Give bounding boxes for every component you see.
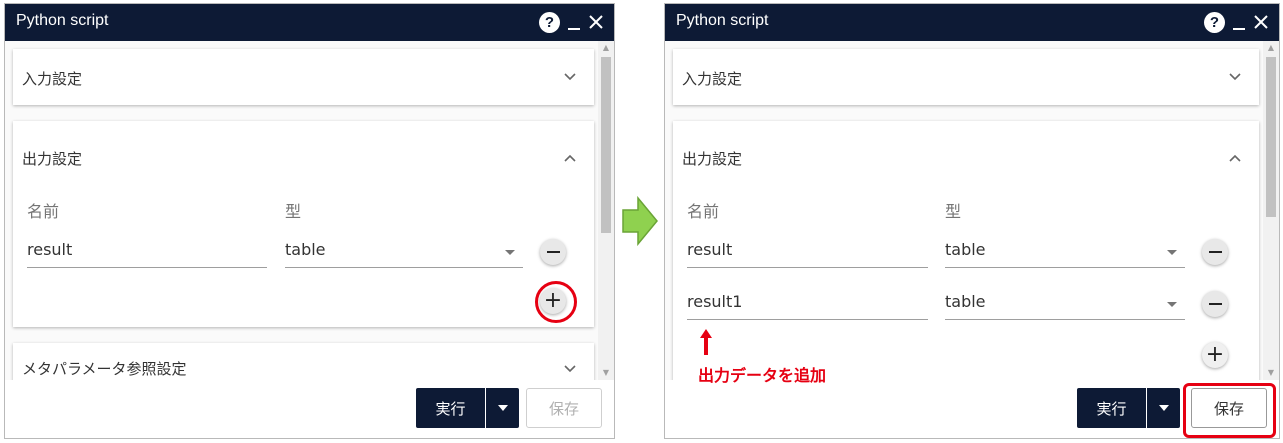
run-options-button[interactable] bbox=[485, 388, 519, 428]
output-type-select[interactable]: table bbox=[945, 288, 1185, 320]
section-title: 出力設定 bbox=[682, 150, 743, 168]
select-value: table bbox=[945, 240, 986, 259]
run-options-button[interactable] bbox=[1146, 388, 1180, 428]
right-arrow-icon bbox=[622, 196, 658, 246]
help-button[interactable]: ? bbox=[539, 10, 560, 34]
dropdown-arrow-icon bbox=[505, 250, 515, 255]
minus-icon bbox=[1208, 251, 1222, 253]
help-icon: ? bbox=[539, 11, 560, 33]
close-button[interactable] bbox=[586, 10, 606, 34]
section-title: 入力設定 bbox=[682, 70, 743, 88]
remove-row-button[interactable] bbox=[1202, 239, 1228, 265]
add-row-button[interactable]: + bbox=[1202, 342, 1228, 368]
close-icon bbox=[589, 15, 603, 29]
name-column-label: 名前 bbox=[687, 202, 720, 221]
type-column-label: 型 bbox=[285, 202, 302, 221]
minimize-button[interactable] bbox=[568, 10, 580, 34]
dialog-content: 入力設定 出力設定 名前 型 result table result1 tabl… bbox=[665, 41, 1263, 380]
output-type-select[interactable]: table bbox=[945, 236, 1185, 268]
select-value: table bbox=[285, 240, 326, 259]
minus-icon bbox=[546, 251, 560, 253]
input-settings-section[interactable]: 入力設定 bbox=[13, 49, 594, 105]
up-arrow-icon bbox=[700, 329, 712, 355]
run-button[interactable]: 実行 bbox=[1077, 388, 1146, 428]
scroll-down-arrow-icon[interactable]: ▼ bbox=[1263, 366, 1279, 380]
minimize-icon bbox=[1233, 28, 1245, 30]
dropdown-arrow-icon bbox=[1159, 405, 1169, 411]
section-title: メタパラメータ参照設定 bbox=[22, 360, 187, 378]
highlight-rectangle bbox=[1183, 383, 1276, 438]
close-icon bbox=[1254, 15, 1268, 29]
scroll-down-arrow-icon[interactable]: ▼ bbox=[598, 366, 614, 380]
output-name-input[interactable]: result bbox=[687, 236, 928, 268]
section-title: 出力設定 bbox=[22, 150, 83, 168]
chevron-down-icon[interactable] bbox=[1227, 69, 1243, 85]
dialog-before: Python script ? 入力設定 出力設定 名前 型 result ta… bbox=[4, 3, 615, 439]
highlight-circle bbox=[535, 281, 577, 323]
remove-row-button[interactable] bbox=[1202, 291, 1228, 317]
titlebar: Python script ? bbox=[665, 4, 1279, 41]
output-type-select[interactable]: table bbox=[285, 236, 523, 268]
annotation-text: 出力データを追加 bbox=[698, 366, 827, 385]
help-button[interactable]: ? bbox=[1204, 10, 1225, 34]
help-icon: ? bbox=[1204, 11, 1225, 33]
chevron-up-icon[interactable] bbox=[1227, 150, 1243, 166]
close-button[interactable] bbox=[1251, 10, 1271, 34]
scroll-up-arrow-icon[interactable]: ▲ bbox=[1263, 41, 1279, 55]
output-settings-section: 出力設定 名前 型 result table result1 table + bbox=[673, 121, 1259, 380]
window-title: Python script bbox=[676, 12, 769, 29]
chevron-up-icon[interactable] bbox=[562, 150, 578, 166]
titlebar: Python script ? bbox=[5, 4, 614, 41]
chevron-down-icon[interactable] bbox=[562, 361, 578, 377]
meta-parameter-section[interactable]: メタパラメータ参照設定 bbox=[13, 343, 594, 380]
dialog-content: 入力設定 出力設定 名前 型 result table + メタパラメータ参照設… bbox=[5, 41, 598, 380]
select-value: table bbox=[945, 292, 986, 311]
input-settings-section[interactable]: 入力設定 bbox=[673, 49, 1259, 105]
output-name-input[interactable]: result bbox=[27, 236, 267, 268]
type-column-label: 型 bbox=[945, 202, 962, 221]
minus-icon bbox=[1208, 303, 1222, 305]
scrollbar[interactable]: ▲ ▼ bbox=[1263, 41, 1279, 380]
minimize-button[interactable] bbox=[1233, 10, 1245, 34]
dropdown-arrow-icon bbox=[498, 405, 508, 411]
output-name-input[interactable]: result1 bbox=[687, 288, 928, 320]
minimize-icon bbox=[568, 28, 580, 30]
scrollbar-thumb[interactable] bbox=[1266, 57, 1276, 217]
scrollbar[interactable]: ▲ ▼ bbox=[598, 41, 614, 380]
output-settings-section: 出力設定 名前 型 result table + bbox=[13, 121, 594, 327]
chevron-down-icon[interactable] bbox=[562, 69, 578, 85]
remove-row-button[interactable] bbox=[540, 239, 566, 265]
dropdown-arrow-icon bbox=[1167, 302, 1177, 307]
plus-icon: + bbox=[1205, 342, 1225, 367]
scroll-up-arrow-icon[interactable]: ▲ bbox=[598, 41, 614, 55]
dialog-footer: 実行 保存 bbox=[5, 380, 614, 438]
section-title: 入力設定 bbox=[22, 70, 83, 88]
dialog-after: Python script ? 入力設定 出力設定 名前 型 result ta… bbox=[664, 3, 1280, 439]
save-button[interactable]: 保存 bbox=[526, 388, 602, 428]
scrollbar-thumb[interactable] bbox=[601, 57, 611, 233]
window-title: Python script bbox=[16, 12, 109, 29]
run-button[interactable]: 実行 bbox=[416, 388, 485, 428]
dropdown-arrow-icon bbox=[1167, 250, 1177, 255]
name-column-label: 名前 bbox=[27, 202, 60, 221]
